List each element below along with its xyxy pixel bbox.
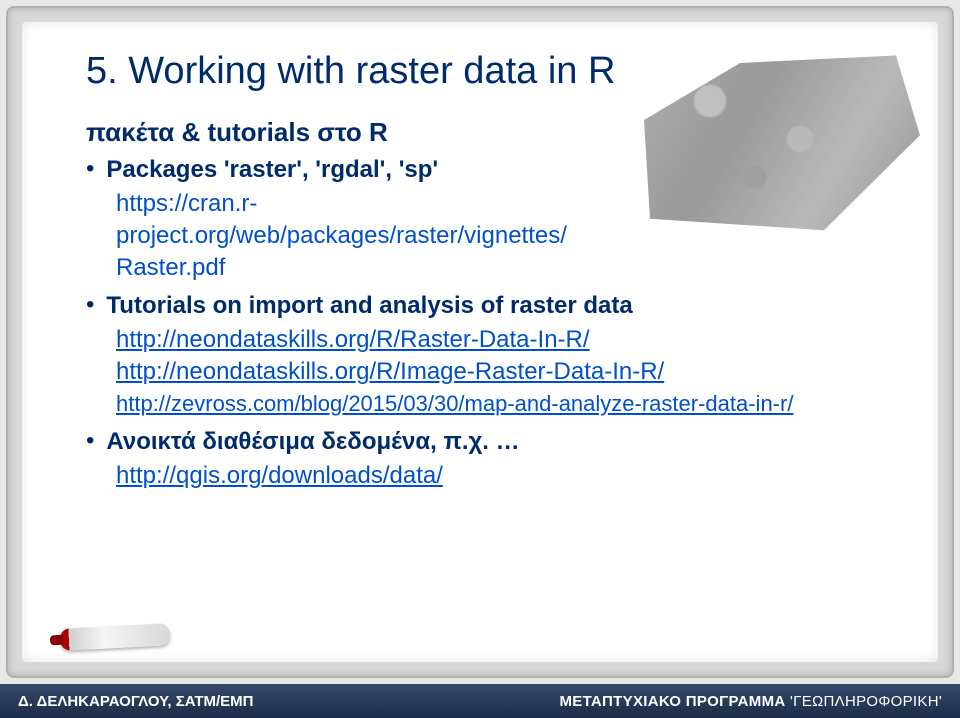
slide-footer: Δ. ΔΕΛΗΚΑΡΑΟΓΛΟΥ, ΣΑΤΜ/ΕΜΠ ΜΕΤΑΠΤΥΧΙΑΚΟ … [0, 684, 960, 718]
footer-program: ΜΕΤΑΠΤΥΧΙΑΚΟ ΠΡΟΓΡΑΜΜΑ 'ΓΕΩΠΛΗΡΟΦΟΡΙΚΗ' [559, 693, 942, 710]
footer-author: Δ. ΔΕΛΗΚΑΡΑΟΓΛΟΥ, ΣΑΤΜ/ΕΜΠ [18, 693, 254, 710]
link-neon2[interactable]: http://neondataskills.org/R/Image-Raster… [116, 356, 888, 388]
link-neon1[interactable]: http://neondataskills.org/R/Raster-Data-… [116, 324, 888, 356]
bullet-opendata: • Ανοικτά διαθέσιμα δεδομένα, π.χ. … [86, 426, 888, 458]
bullet-dot-icon: • [86, 426, 94, 456]
link-zevross[interactable]: http://zevross.com/blog/2015/03/30/map-a… [116, 388, 888, 420]
footer-program-prefix: ΜΕΤΑΠΤΥΧΙΑΚΟ ΠΡΟΓΡΑΜΜΑ [559, 693, 790, 710]
whiteboard-frame: 5. Working with raster data in R πακέτα … [6, 6, 954, 678]
bullet-text: Packages 'raster', 'rgdal', 'sp' [106, 154, 438, 186]
link-cran-line3: Raster.pdf [116, 252, 888, 284]
whiteboard-surface: 5. Working with raster data in R πακέτα … [22, 22, 938, 662]
bullet-dot-icon: • [86, 154, 94, 184]
whiteboard-marker-icon [59, 623, 170, 651]
footer-program-name: 'ΓΕΩΠΛΗΡΟΦΟΡΙΚΗ' [790, 693, 942, 710]
link-qgis[interactable]: http://qgis.org/downloads/data/ [116, 460, 888, 492]
bullet-text: Tutorials on import and analysis of rast… [106, 290, 632, 322]
bullet-text: Ανοικτά διαθέσιμα δεδομένα, π.χ. … [106, 426, 519, 458]
bullet-dot-icon: • [86, 290, 94, 320]
bullet-tutorials: • Tutorials on import and analysis of ra… [86, 290, 888, 322]
